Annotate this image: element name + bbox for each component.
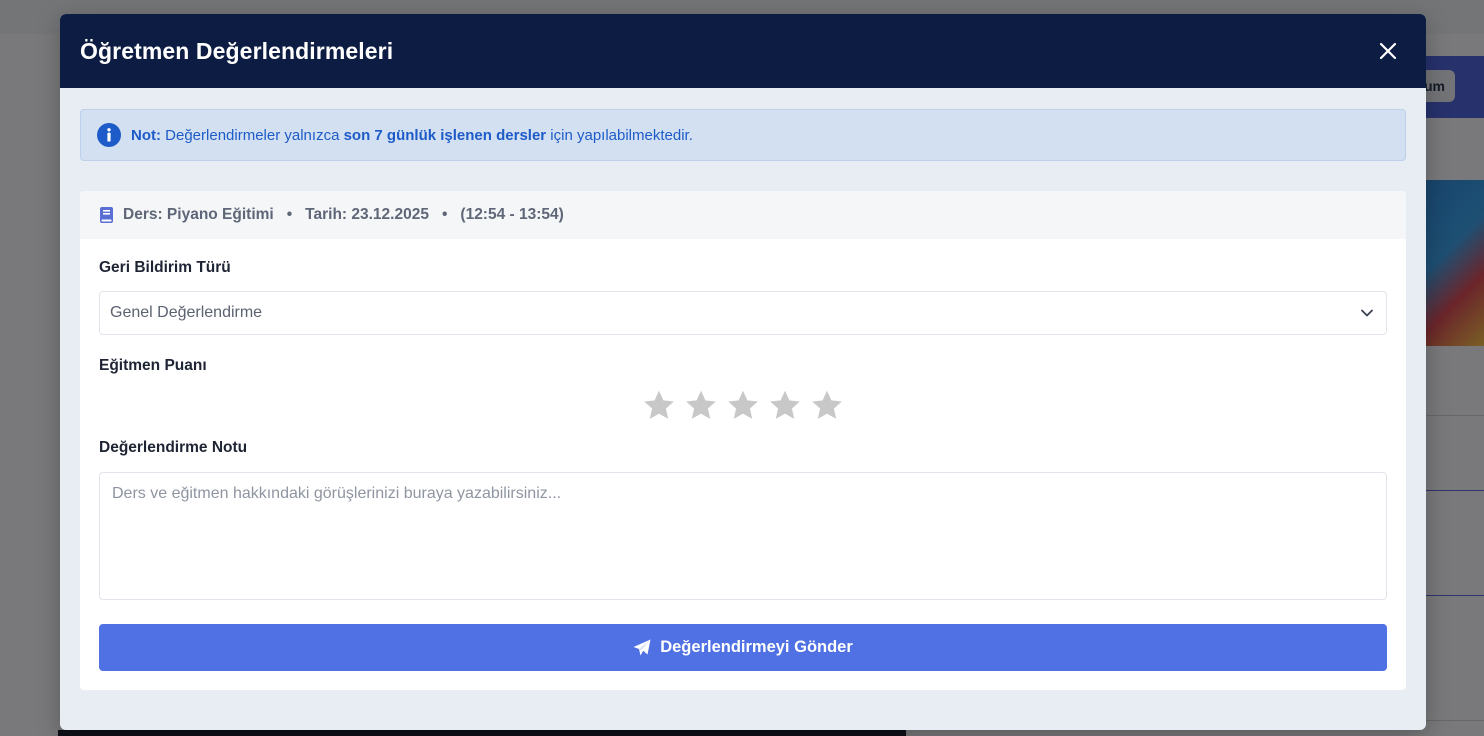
notice-lead: Not: (131, 126, 161, 144)
notice-text-before: Değerlendirmeler yalnızca (161, 126, 344, 144)
submit-evaluation-button[interactable]: Değerlendirmeyi Gönder (99, 624, 1387, 671)
info-icon (97, 123, 121, 147)
evaluation-form: Geri Bildirim Türü Genel Değerlendirme E… (80, 239, 1406, 690)
evaluation-card: Ders: Piyano Eğitimi • Tarih: 23.12.2025… (80, 191, 1406, 690)
star-icon[interactable] (810, 389, 844, 423)
note-label: Değerlendirme Notu (99, 439, 248, 456)
lesson-time: (12:54 - 13:54) (460, 206, 564, 223)
lesson-course: Ders: Piyano Eğitimi (123, 206, 274, 223)
modal-header: Öğretmen Değerlendirmeleri (60, 14, 1426, 88)
notice-text-after: için yapılabilmektedir. (546, 126, 693, 144)
notice-text: Not: Değerlendirmeler yalnızca son 7 gün… (131, 127, 693, 144)
submit-label: Değerlendirmeyi Gönder (660, 638, 853, 656)
star-icon[interactable] (642, 389, 676, 423)
modal-body: Not: Değerlendirmeler yalnızca son 7 gün… (60, 88, 1426, 690)
lesson-date: Tarih: 23.12.2025 (305, 206, 429, 223)
feedback-type-select[interactable]: Genel Değerlendirme (99, 291, 1387, 335)
separator-dot: • (441, 206, 448, 223)
note-textarea[interactable] (99, 472, 1387, 600)
feedback-type-value: Genel Değerlendirme (110, 304, 263, 321)
close-icon (1379, 42, 1397, 60)
star-rating (99, 389, 1387, 423)
close-button[interactable] (1374, 37, 1402, 65)
teacher-evaluation-modal: Öğretmen Değerlendirmeleri Not: Değerlen… (60, 14, 1426, 730)
modal-title: Öğretmen Değerlendirmeleri (80, 37, 394, 64)
notice-highlight: son 7 günlük işlenen dersler (343, 126, 547, 144)
star-icon[interactable] (684, 389, 718, 423)
feedback-type-label: Geri Bildirim Türü (99, 259, 231, 276)
paper-plane-icon (633, 639, 651, 655)
info-notice: Not: Değerlendirmeler yalnızca son 7 gün… (80, 109, 1406, 161)
chevron-down-icon (1361, 309, 1373, 317)
lesson-info: Ders: Piyano Eğitimi • Tarih: 23.12.2025… (80, 191, 1406, 239)
instructor-rating-label: Eğitmen Puanı (99, 357, 207, 374)
star-icon[interactable] (768, 389, 802, 423)
star-icon[interactable] (726, 389, 760, 423)
separator-dot: • (286, 206, 293, 223)
book-icon (100, 207, 113, 223)
